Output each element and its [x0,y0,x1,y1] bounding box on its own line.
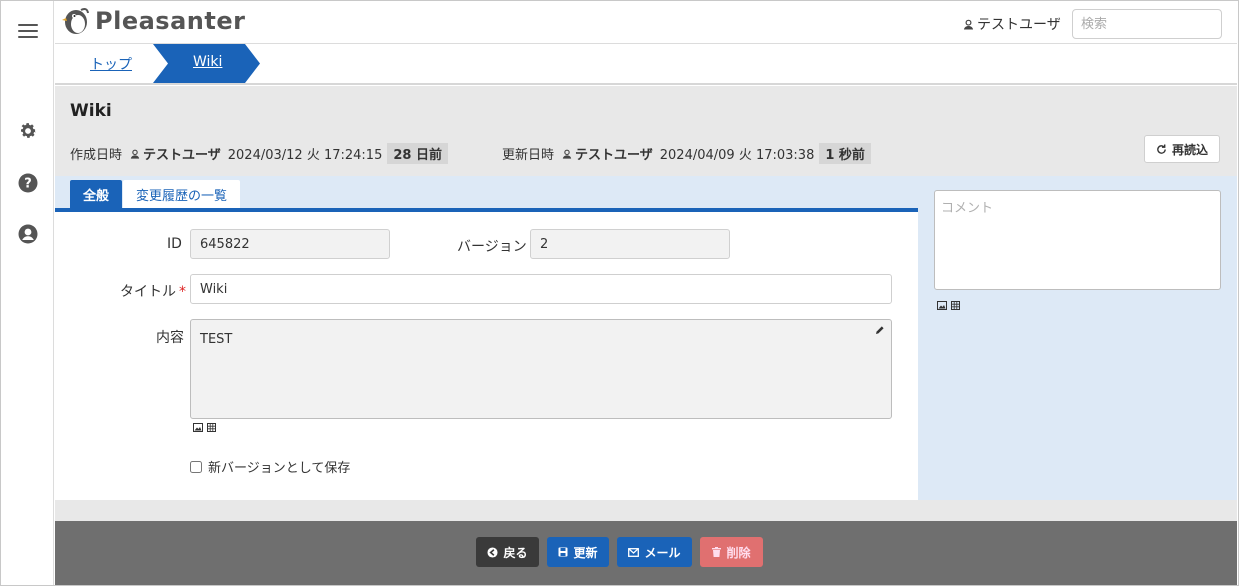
search-input[interactable] [1072,9,1222,39]
user-icon [963,19,974,30]
reload-button[interactable]: 再読込 [1144,135,1220,163]
side-rail: ? [1,1,54,585]
title-label-text: タイトル [120,284,176,300]
update-button[interactable]: 更新 [547,537,609,567]
updated-user[interactable]: テストユーザ [575,144,653,163]
app-logo[interactable]: Pleasanter [61,6,245,36]
created-datetime: 2024/03/12 火 17:24:15 [227,148,383,163]
menu-icon[interactable] [17,20,39,42]
mail-icon [628,547,640,557]
user-icon [562,149,572,159]
created-relative: 28 日前 [387,143,448,164]
pencil-icon[interactable] [875,325,885,335]
created-user[interactable]: テストユーザ [143,144,221,163]
mail-label: メール [644,545,681,560]
update-label: 更新 [573,545,598,560]
updated-label: 更新日時 [502,148,555,163]
tab-bar: 全般 変更履歴の一覧 [70,180,241,209]
image-icon[interactable] [937,301,947,310]
account-icon[interactable] [17,223,39,245]
gear-icon[interactable] [17,120,39,142]
title-input[interactable]: Wiki [190,274,892,304]
updated-relative: 1 秒前 [819,143,871,164]
body-attach-tools [193,423,216,432]
new-version-label: 新バージョンとして保存 [208,461,351,476]
main-area: 全般 変更履歴の一覧 ID 645822 バージョン 2 タイトル * Wiki … [55,176,1237,500]
command-bar: 戻る 更新 メール 削除 [55,521,1237,585]
id-field: 645822 [190,229,390,259]
comment-attach-tools [937,301,960,310]
back-arrow-icon [487,546,499,558]
refresh-icon [1157,143,1166,154]
id-label: ID [167,236,182,252]
version-field: 2 [530,229,730,259]
table-icon[interactable] [207,423,216,432]
body-label: 内容 [156,330,184,346]
record-header: Wiki 作成日時 テストユーザ 2024/03/12 火 17:24:15 2… [55,86,1237,176]
back-label: 戻る [503,545,528,560]
delete-label: 削除 [726,545,751,560]
created-label: 作成日時 [70,148,123,163]
required-mark: * [179,284,186,300]
body-text: TEST [200,332,233,347]
delete-button[interactable]: 削除 [700,537,763,567]
table-icon[interactable] [951,301,960,310]
mail-button[interactable]: メール [617,537,692,567]
new-version-option[interactable]: 新バージョンとして保存 [190,457,350,476]
comment-input[interactable] [934,190,1221,290]
tab-general[interactable]: 全般 [70,180,123,209]
body-field[interactable]: TEST [190,319,892,419]
reload-label: 再読込 [1171,142,1208,157]
user-icon [130,149,140,159]
save-icon [558,547,568,557]
version-label: バージョン [457,239,527,255]
penguin-logo-icon [62,8,89,34]
app-name: Pleasanter [95,7,246,35]
updated-datetime: 2024/04/09 火 17:03:38 [659,148,815,163]
breadcrumb: トップ Wiki [55,44,1237,85]
title-label: タイトル * [120,281,186,301]
svg-text:?: ? [24,177,32,192]
new-version-checkbox[interactable] [190,460,202,473]
trash-icon [712,547,722,557]
editor-panel: ID 645822 バージョン 2 タイトル * Wiki 内容 TEST 新バー… [55,212,918,500]
tab-history[interactable]: 変更履歴の一覧 [123,180,241,209]
created-info: 作成日時 テストユーザ 2024/03/12 火 17:24:15 28 日前 [70,143,448,164]
breadcrumb-current-label: Wiki [193,54,223,70]
current-user[interactable]: テストユーザ [963,14,1061,34]
page-title: Wiki [70,101,112,121]
back-button[interactable]: 戻る [476,537,539,567]
current-user-name: テストユーザ [977,17,1061,33]
updated-info: 更新日時 テストユーザ 2024/04/09 火 17:03:38 1 秒前 [502,143,871,164]
top-header: Pleasanter テストユーザ [55,1,1237,44]
content-bottom-band [55,500,1237,521]
help-icon[interactable]: ? [17,172,39,194]
breadcrumb-top-link[interactable]: トップ [90,54,132,74]
image-icon[interactable] [193,423,203,432]
